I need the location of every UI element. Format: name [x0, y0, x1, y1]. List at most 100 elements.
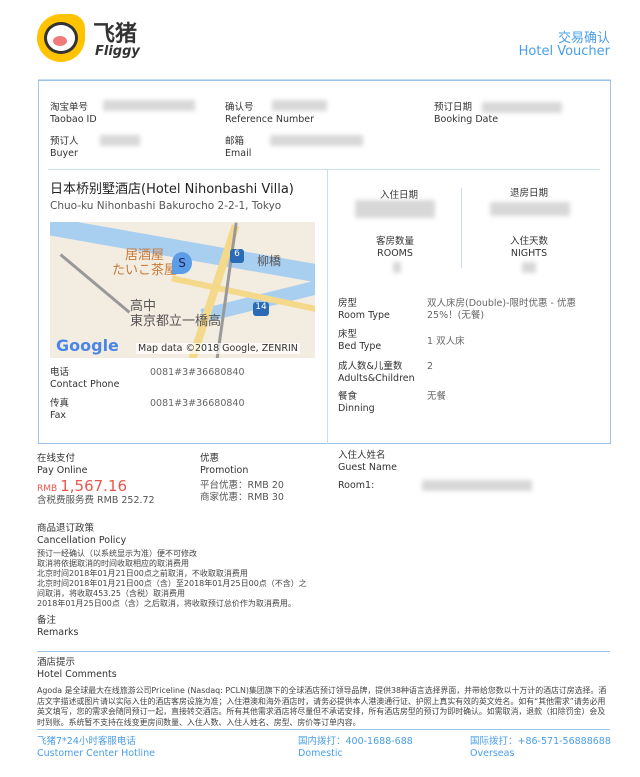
divider: [37, 651, 610, 652]
google-logo: Google: [56, 336, 119, 355]
email: 邮箱 Email: [225, 136, 251, 160]
guest-name-label: 入住人姓名 Guest Name: [338, 450, 397, 474]
label: Dinning: [338, 403, 375, 414]
divider: [37, 729, 610, 730]
label: Buyer: [50, 148, 78, 159]
label: Taobao ID: [50, 114, 97, 125]
meal-value: 无餐: [427, 391, 447, 402]
label: 入住人姓名: [338, 450, 386, 461]
amount: 1,567.16: [60, 477, 128, 495]
label: 床型: [338, 329, 358, 340]
voucher-title-en: Hotel Voucher: [518, 44, 610, 59]
map-label: 柳橋: [257, 254, 282, 268]
label: 国内拨打：400-1688-688: [298, 736, 413, 747]
rooms: 客房数量 ROOMS: [376, 236, 414, 260]
cancellation-policy-text: 预订一经确认（以系统显示为准）便不可修改 取消将依据取消的时间收取相应的取消费用…: [37, 549, 307, 609]
policy-line: 2018年01月25日00点（含）之后取消，将收取预订总价作为取消费用。: [37, 599, 296, 608]
label: 在线支付: [37, 453, 76, 464]
remarks-label: 备注 Remarks: [37, 615, 78, 639]
label: Remarks: [37, 627, 79, 638]
label: Room Type: [338, 310, 390, 321]
bed-type-value: 1 双人床: [427, 336, 465, 347]
total-price: RMB 1,567.16: [37, 477, 127, 495]
label: 客房数量: [376, 236, 415, 247]
hotel-address: Chuo-ku Nihonbashi Bakurocho 2-2-1, Toky…: [50, 200, 282, 212]
map-label: 東京都立一橋高: [130, 314, 222, 329]
label: ROOMS: [377, 248, 413, 259]
location-pin-icon[interactable]: S: [172, 252, 192, 274]
label: 备注: [37, 615, 57, 626]
redacted-value: [482, 102, 562, 113]
tax-fee: 含税费服务费 RMB 252.72: [37, 495, 155, 506]
label: 商品退订政策: [37, 523, 95, 534]
redacted-value: [100, 135, 140, 146]
redacted-value: [490, 202, 570, 216]
label: Hotel Comments: [37, 669, 117, 680]
label: Pay Online: [37, 465, 88, 476]
label: 酒店提示: [37, 657, 76, 668]
divider: [327, 169, 328, 444]
label: 成人数&儿童数: [338, 361, 403, 372]
hotel-name: 日本桥别墅酒店(Hotel Nihonbashi Villa): [50, 182, 294, 197]
hotline: 飞猪7*24小时客服电话 Customer Center Hotline: [37, 736, 155, 760]
map-label: たいこ茶屋: [112, 263, 178, 278]
route-marker: 14: [253, 302, 269, 316]
room-type-value: 双人床房(Double)-限时优惠 - 优惠25%！(无餐): [427, 298, 576, 321]
label: 优惠: [200, 453, 220, 464]
fax-label: 传真 Fax: [50, 398, 69, 422]
label: 电话: [50, 367, 70, 378]
logo-text-en: Fliggy: [95, 44, 140, 59]
label: 淘宝单号: [50, 102, 89, 113]
redacted-value: [522, 262, 536, 273]
policy-line: 北京时间2018年01月21日00点之前取消，不收取取消费用: [37, 569, 248, 578]
taobao-id: 淘宝单号 Taobao ID: [50, 102, 97, 126]
policy-line: 间取消，将收取453.25（含税）取消费用: [37, 589, 185, 598]
redacted-value: [272, 100, 327, 111]
promo-merchant: 商家优惠：RMB 30: [200, 492, 284, 503]
domestic-phone[interactable]: 国内拨打：400-1688-688 Domestic: [298, 736, 413, 760]
buyer: 预订人 Buyer: [50, 136, 79, 160]
redacted-value: [393, 262, 401, 273]
contact-phone-label: 电话 Contact Phone: [50, 367, 119, 391]
hotel-comments-text: Agoda 是全球最大在线旅游公司Priceline (Nasdaq: PCLN…: [37, 686, 607, 727]
overseas-phone[interactable]: 国际拨打：+86-571-56888688 Overseas: [470, 736, 611, 760]
promo-platform: 平台优惠：RMB 20: [200, 480, 284, 491]
label: 国际拨打：+86-571-56888688: [470, 736, 611, 747]
label: 餐食: [338, 391, 358, 402]
label: Booking Date: [434, 114, 499, 125]
policy-line: 取消将依据取消的时间收取相应的取消费用: [37, 559, 189, 568]
currency: RMB: [37, 484, 58, 494]
label: 预订人: [50, 136, 79, 147]
label: 传真: [50, 398, 70, 409]
map-attribution: Map data ©2018 Google, ZENRIN: [136, 343, 300, 354]
hotel-comments-label: 酒店提示 Hotel Comments: [37, 657, 117, 681]
label: Bed Type: [338, 341, 382, 352]
label: Customer Center Hotline: [37, 748, 155, 759]
label: 房型: [338, 298, 358, 309]
label: 飞猪7*24小时客服电话: [37, 736, 136, 747]
bed-type-label: 床型 Bed Type: [338, 329, 381, 353]
room1-label: Room1:: [338, 480, 375, 491]
fliggy-logo: 飞猪 Fliggy: [37, 14, 147, 64]
label: Cancellation Policy: [37, 535, 127, 546]
fax-value: 0081#3#36680840: [150, 398, 245, 409]
policy-line: 预订一经确认（以系统显示为准）便不可修改: [37, 549, 197, 558]
adults-value: 2: [427, 361, 434, 372]
redacted-value: [422, 480, 532, 491]
divider: [48, 169, 600, 170]
hotel-map[interactable]: 居酒屋 たいこ茶屋 柳橋 高中 東京都立一橋高 6 14 S Google Ma…: [50, 222, 315, 358]
label: 入住天数: [510, 236, 549, 247]
label: Domestic: [298, 748, 343, 759]
meal-label: 餐食 Dinning: [338, 391, 375, 415]
redacted-value: [103, 100, 195, 111]
checkout-label: 退房日期: [510, 188, 549, 199]
pig-nose-icon: [53, 36, 67, 46]
divider: [461, 188, 462, 268]
label: 邮箱: [225, 136, 245, 147]
label: Email: [225, 148, 252, 159]
label: NIGHTS: [510, 248, 548, 259]
room-type-label: 房型 Room Type: [338, 298, 390, 322]
label: Promotion: [200, 465, 249, 476]
label: Adults&Children: [338, 373, 415, 384]
label: Overseas: [470, 748, 515, 759]
